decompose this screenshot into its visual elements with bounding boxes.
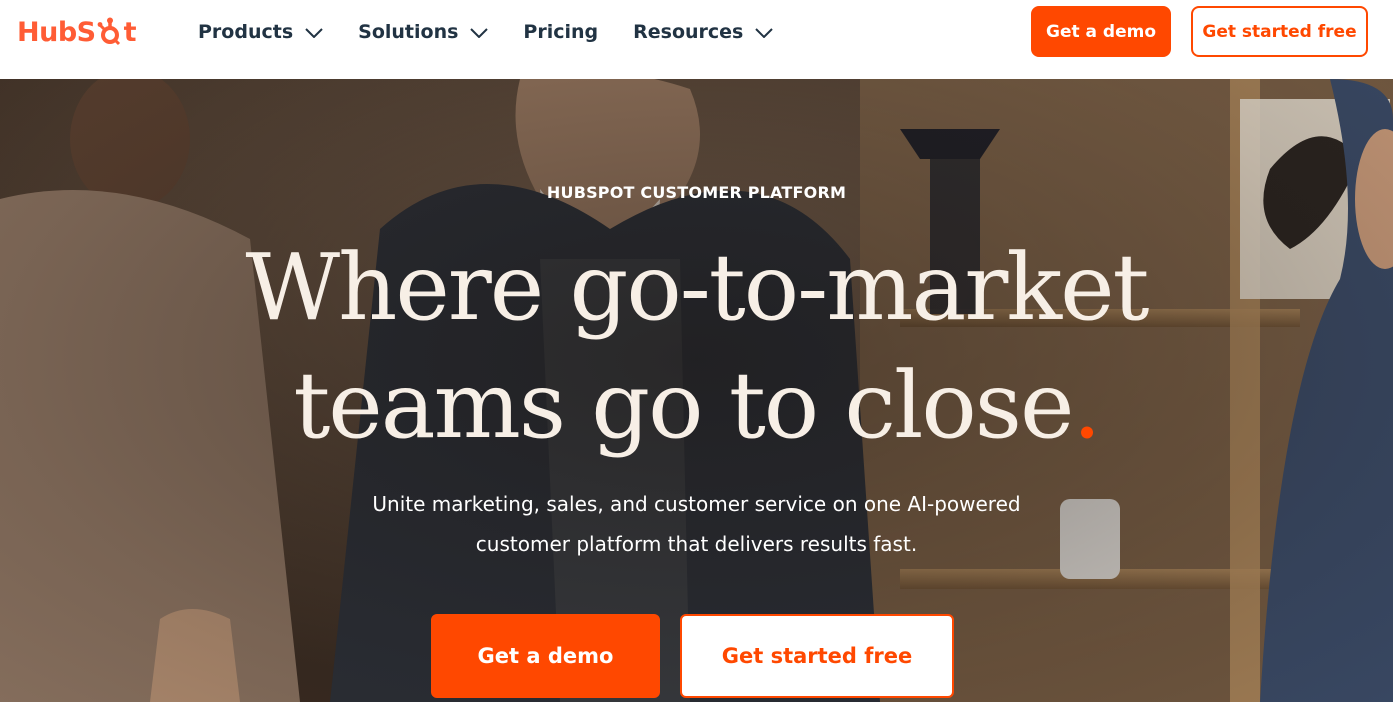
hero-section: HUBSPOT CUSTOMER PLATFORM Where go-to-ma… xyxy=(0,79,1393,702)
hero-eyebrow: HUBSPOT CUSTOMER PLATFORM xyxy=(546,183,847,202)
logo-text-hubs: HubS xyxy=(17,16,96,48)
chevron-down-icon xyxy=(470,28,489,38)
nav-solutions-label: Solutions xyxy=(358,21,459,43)
nav-products-label: Products xyxy=(198,21,294,43)
logo-text-t: t xyxy=(123,16,137,48)
hero-headline-line1: Where go-to-market xyxy=(245,234,1150,341)
nav-resources[interactable]: Resources xyxy=(633,21,774,43)
chevron-down-icon xyxy=(755,28,774,38)
nav-pricing-label: Pricing xyxy=(523,21,599,43)
hero-get-started-free-button[interactable]: Get started free xyxy=(680,614,954,698)
chevron-down-icon xyxy=(305,28,323,38)
hero-headline-line2: teams go to close xyxy=(293,352,1074,459)
nav-pricing[interactable]: Pricing xyxy=(523,21,598,43)
hubspot-logo[interactable]: HubS t xyxy=(17,14,137,50)
hero-headline-dot: . xyxy=(1072,352,1101,459)
hero-subtext: Unite marketing, sales, and customer ser… xyxy=(372,492,1021,556)
sprocket-icon xyxy=(97,17,120,46)
nav-products[interactable]: Products xyxy=(198,21,323,43)
nav-resources-label: Resources xyxy=(633,21,744,43)
header-get-started-free-button[interactable]: Get started free xyxy=(1191,6,1368,57)
header-get-demo-button[interactable]: Get a demo xyxy=(1031,6,1171,57)
site-header: HubS t Products Solutions Pricing Resour… xyxy=(0,0,1393,79)
nav-solutions[interactable]: Solutions xyxy=(358,21,489,43)
hero-headline: Where go-to-market teams go to close. xyxy=(0,229,1393,465)
hero-get-demo-button[interactable]: Get a demo xyxy=(431,614,660,698)
main-nav: Products Solutions Pricing Resources xyxy=(198,0,808,64)
